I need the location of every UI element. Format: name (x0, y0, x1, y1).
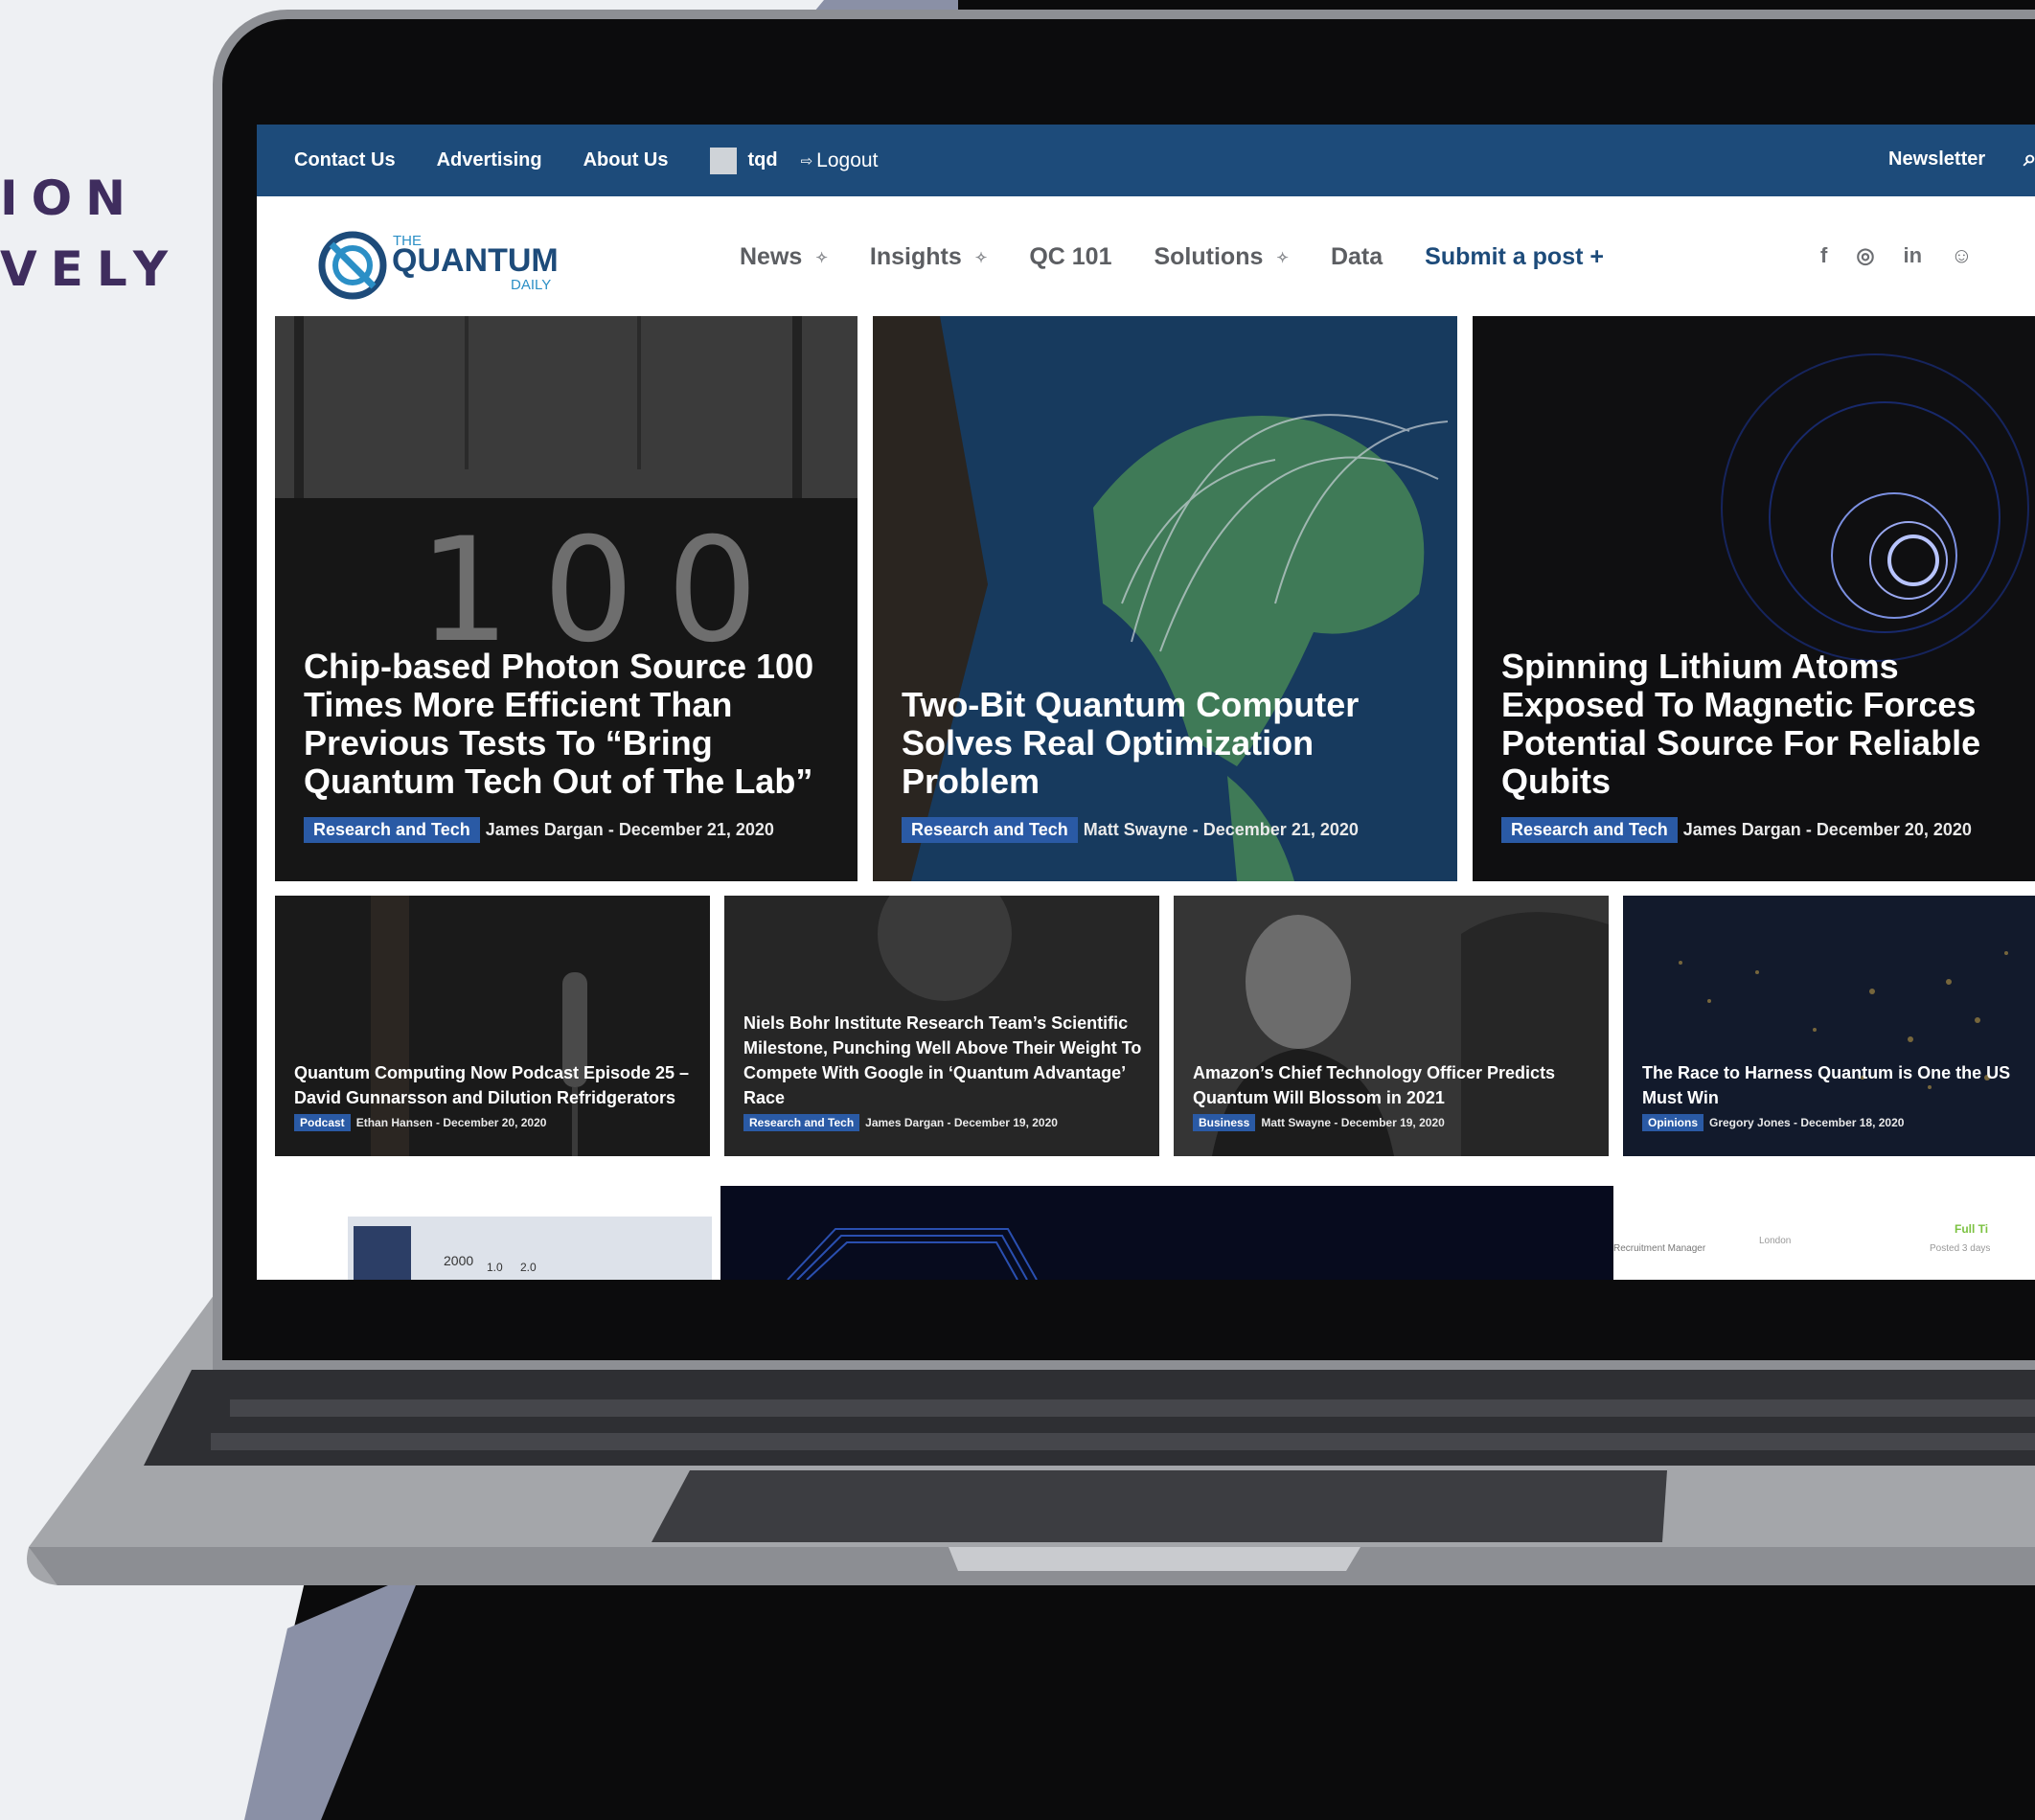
article-title[interactable]: The Race to Harness Quantum is One the U… (1642, 1060, 2035, 1110)
article-date: December 20, 2020 (1816, 820, 1972, 839)
meta-separator: - (1331, 1116, 1341, 1129)
nav-item-submit-post[interactable]: Submit a post + (1425, 243, 1604, 271)
nav-item-solutions[interactable]: Solutions ✧ (1154, 243, 1288, 271)
newsletter-link[interactable]: Newsletter (1888, 148, 1985, 171)
article-card[interactable]: Quantum Computing Now Podcast Episode 25… (275, 896, 710, 1156)
article-date: December 19, 2020 (1340, 1116, 1445, 1129)
nav-qc101-label: QC 101 (1029, 243, 1112, 270)
logout-link[interactable]: ⇨ Logout (801, 149, 879, 172)
about-us-link[interactable]: About Us (583, 149, 669, 171)
logout-label: Logout (816, 148, 879, 171)
advertisement-banner-left[interactable]: 2000 1.0 2.0 (348, 1217, 712, 1280)
featured-article-card[interactable]: Two-Bit Quantum Computer Solves Real Opt… (873, 316, 1457, 881)
article-date: December 21, 2020 (618, 820, 774, 839)
article-card[interactable]: The Race to Harness Quantum is One the U… (1623, 896, 2035, 1156)
category-tag[interactable]: Research and Tech (1501, 817, 1678, 843)
nav-submit-label: Submit a post + (1425, 243, 1604, 270)
main-header: THE QUANTUM DAILY News ✧ Insights ✧ QC 1… (257, 196, 2035, 311)
reddit-icon[interactable]: ☺ (1951, 243, 1972, 268)
article-author[interactable]: Matt Swayne (1084, 820, 1188, 840)
job-type: Full Ti (1955, 1222, 1989, 1236)
meta-separator: - (1790, 1116, 1801, 1129)
category-tag[interactable]: Podcast (294, 1114, 351, 1131)
article-title[interactable]: Chip-based Photon Source 100 Times More … (304, 648, 840, 801)
meta-separator: - (944, 1116, 954, 1129)
article-meta: Research and Tech Matt Swayne - December… (902, 817, 1359, 843)
nav-item-qc101[interactable]: QC 101 (1029, 243, 1111, 271)
article-author[interactable]: James Dargan (865, 1116, 944, 1129)
article-date: December 19, 2020 (953, 1116, 1058, 1129)
top-bar: Contact Us Advertising About Us tqd ⇨ Lo… (257, 125, 2035, 196)
article-author[interactable]: Matt Swayne (1261, 1116, 1331, 1129)
article-title[interactable]: Two-Bit Quantum Computer Solves Real Opt… (902, 686, 1438, 801)
article-date: December 21, 2020 (1202, 820, 1359, 839)
ad-stat-3: 2.0 (520, 1261, 537, 1274)
article-title[interactable]: Quantum Computing Now Podcast Episode 25… (294, 1060, 697, 1110)
advertising-link[interactable]: Advertising (437, 149, 542, 171)
job-title: Recruitment Manager (1613, 1243, 1706, 1254)
category-tag[interactable]: Opinions (1642, 1114, 1703, 1131)
article-meta: Research and Tech James Dargan - Decembe… (1501, 817, 1972, 843)
facebook-icon[interactable]: f (1820, 243, 1827, 268)
article-author[interactable]: James Dargan (1683, 820, 1801, 840)
article-date: December 20, 2020 (443, 1116, 547, 1129)
jobs-widget[interactable]: Recruitment Manager London Full Ti Poste… (1613, 1186, 2035, 1280)
article-author[interactable]: James Dargan (486, 820, 604, 840)
main-nav: News ✧ Insights ✧ QC 101 Solutions ✧ Dat… (740, 243, 1646, 271)
article-meta: Business Matt Swayne - December 19, 2020 (1193, 1114, 1445, 1131)
category-tag[interactable]: Research and Tech (743, 1114, 860, 1131)
article-meta: Opinions Gregory Jones - December 18, 20… (1642, 1114, 1904, 1131)
website-screen: Contact Us Advertising About Us tqd ⇨ Lo… (257, 125, 2035, 1280)
chevron-down-icon: ✧ (1276, 249, 1289, 266)
article-author[interactable]: Ethan Hansen (356, 1116, 433, 1129)
advertisement-banner-center[interactable] (720, 1186, 1613, 1280)
contact-us-link[interactable]: Contact Us (294, 149, 396, 171)
meta-separator: - (1800, 820, 1817, 839)
featured-article-card[interactable]: Spinning Lithium Atoms Exposed To Magnet… (1473, 316, 2035, 881)
linkedin-icon[interactable]: in (1904, 243, 1923, 268)
chevron-down-icon: ✧ (974, 249, 988, 266)
nav-item-data[interactable]: Data (1331, 243, 1383, 271)
logo-mark-icon (318, 231, 387, 300)
article-card[interactable]: Niels Bohr Institute Research Team’s Sci… (724, 896, 1159, 1156)
article-title[interactable]: Spinning Lithium Atoms Exposed To Magnet… (1501, 648, 2035, 801)
job-location: London (1759, 1236, 1792, 1246)
article-author[interactable]: Gregory Jones (1709, 1116, 1791, 1129)
logo-daily-text: DAILY (511, 277, 552, 293)
meta-separator: - (603, 820, 619, 839)
category-tag[interactable]: Research and Tech (304, 817, 480, 843)
nav-item-insights[interactable]: Insights ✧ (870, 243, 987, 271)
logout-icon: ⇨ (800, 152, 813, 170)
category-tag[interactable]: Business (1193, 1114, 1256, 1131)
nav-news-label: News (740, 243, 803, 270)
site-logo[interactable]: THE QUANTUM DAILY (316, 225, 559, 302)
job-posted: Posted 3 days (1930, 1243, 1991, 1254)
nav-insights-label: Insights (869, 243, 962, 270)
article-meta: Research and Tech James Dargan - Decembe… (743, 1114, 1058, 1131)
social-links: f ◎ in ☺ (1820, 243, 2001, 268)
chevron-down-icon: ✧ (815, 249, 828, 266)
ad-stat-1: 2000 (444, 1253, 474, 1268)
username-link[interactable]: tqd (748, 149, 778, 171)
article-meta: Research and Tech James Dargan - Decembe… (304, 817, 774, 843)
nav-solutions-label: Solutions (1154, 243, 1264, 270)
nav-data-label: Data (1330, 243, 1383, 270)
article-date: December 18, 2020 (1800, 1116, 1905, 1129)
ad-stat-2: 1.0 (487, 1261, 503, 1274)
ad-dashboard-panel (354, 1226, 411, 1280)
logo-name-text: QUANTUM (392, 242, 559, 279)
search-icon[interactable]: ⌕ (2024, 146, 2035, 172)
article-title[interactable]: Amazon’s Chief Technology Officer Predic… (1193, 1060, 1595, 1110)
avatar[interactable] (709, 147, 737, 174)
article-meta: Podcast Ethan Hansen - December 20, 2020 (294, 1114, 546, 1131)
banner-graphic (787, 1228, 1038, 1280)
meta-separator: - (432, 1116, 444, 1129)
article-card[interactable]: Amazon’s Chief Technology Officer Predic… (1174, 896, 1609, 1156)
meta-separator: - (1187, 820, 1203, 839)
instagram-icon[interactable]: ◎ (1856, 243, 1874, 268)
article-title[interactable]: Niels Bohr Institute Research Team’s Sci… (743, 1011, 1146, 1110)
featured-article-card[interactable]: 100 Chip-based Photon Source 100 Times M… (275, 316, 857, 881)
category-tag[interactable]: Research and Tech (902, 817, 1078, 843)
nav-item-news[interactable]: News ✧ (740, 243, 828, 271)
